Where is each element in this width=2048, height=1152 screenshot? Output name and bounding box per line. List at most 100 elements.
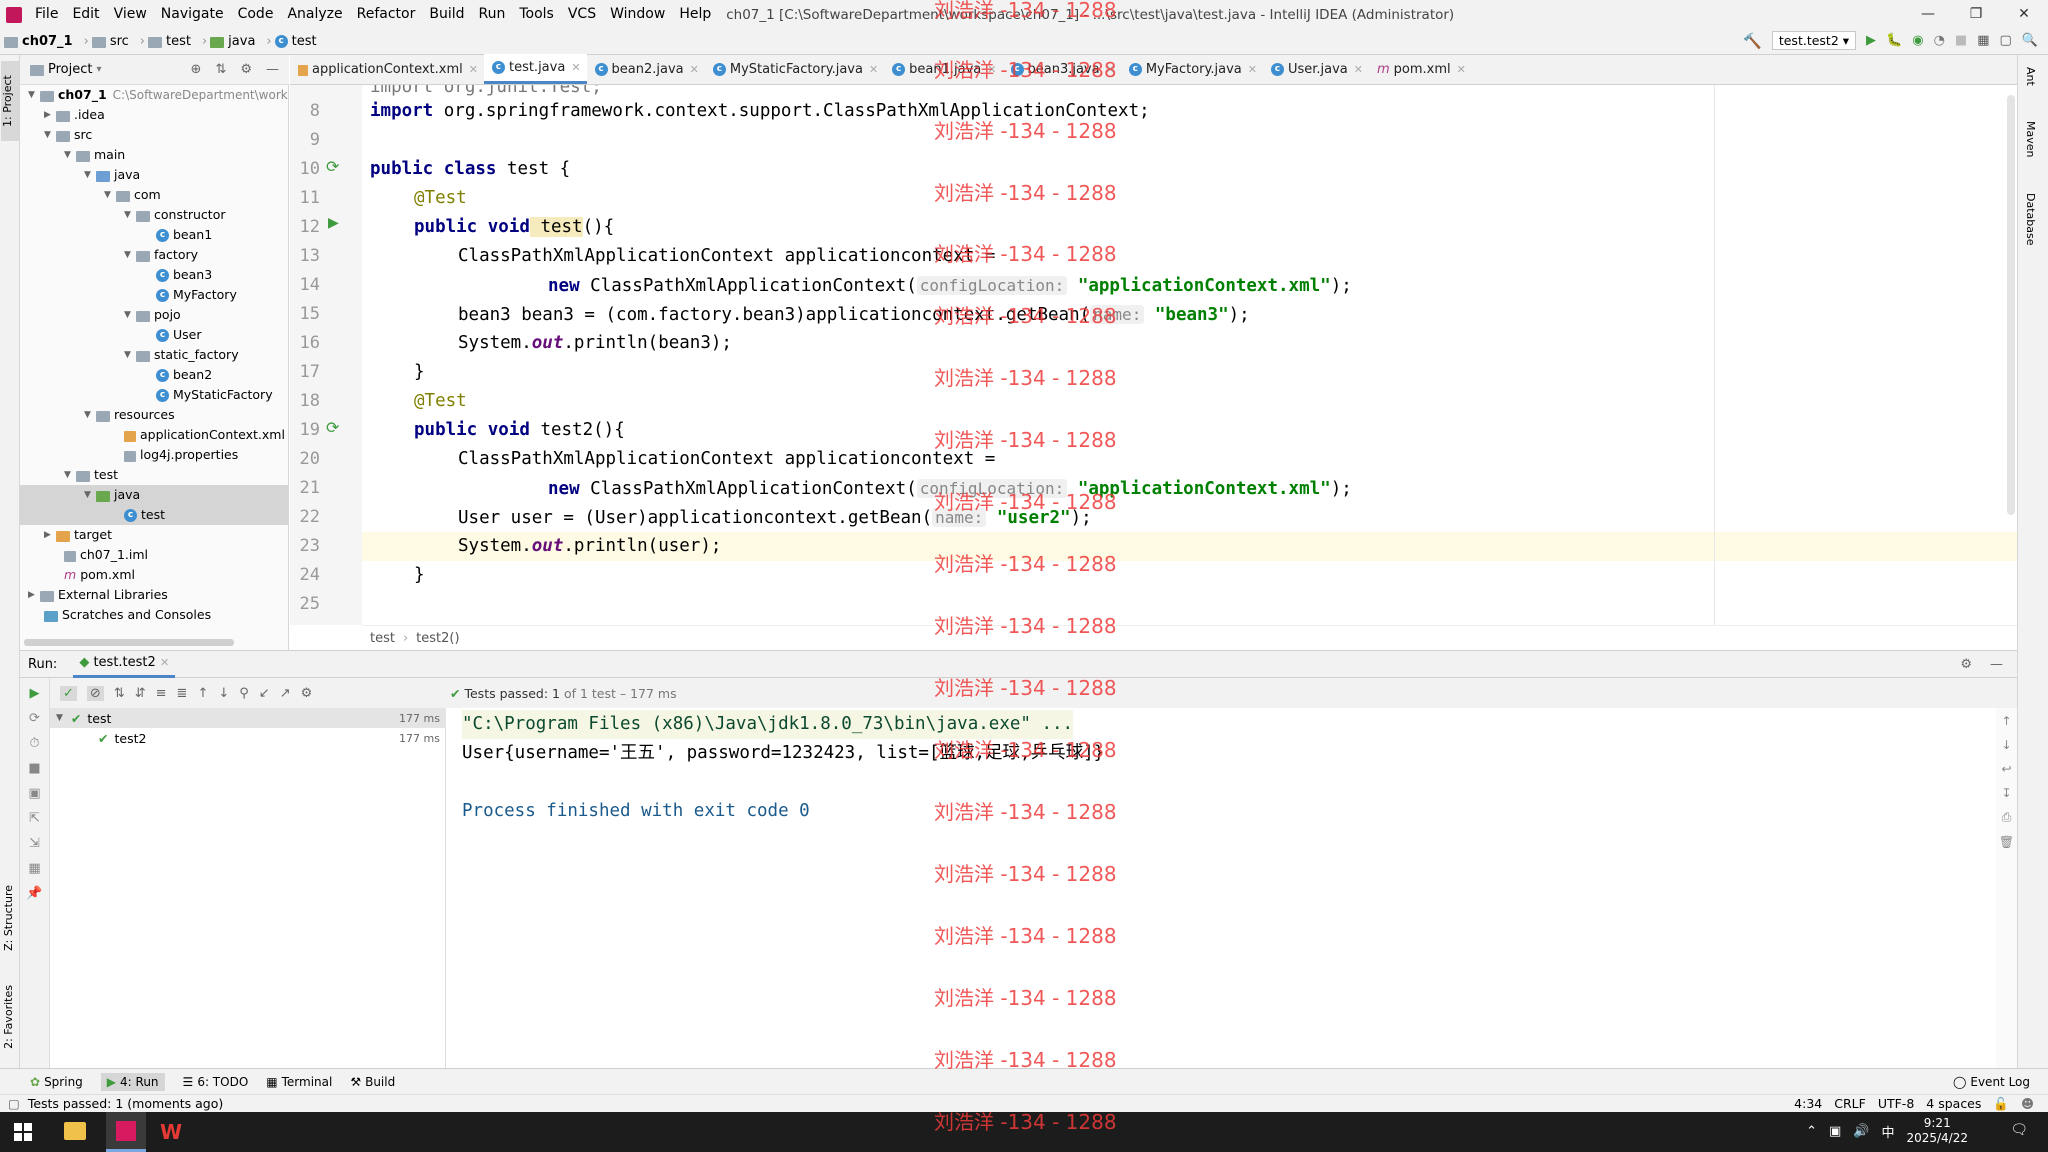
nav-crumb-project[interactable]: ch07_1 [0, 34, 77, 49]
nav-crumb-class[interactable]: › c test [259, 34, 320, 49]
rerun-failed-icon[interactable]: ⟳ [29, 711, 40, 726]
layout-icon[interactable]: ▢ [2000, 33, 2012, 48]
chevron-up-icon[interactable]: ⌃ [1806, 1124, 1817, 1139]
file-explorer-icon[interactable] [64, 1122, 86, 1140]
run-config-select[interactable]: test.test2 ▾ [1771, 31, 1857, 50]
test-row-class[interactable]: ▼ ✔ test 177 ms [50, 708, 446, 728]
tab-myfactory-java[interactable]: c MyFactory.java ✕ [1121, 54, 1263, 84]
tab-test-java[interactable]: c test.java ✕ [483, 54, 587, 84]
toolwindow-spring[interactable]: ✿ Spring [30, 1075, 83, 1089]
tree-node-pom[interactable]: m pom.xml [64, 565, 135, 585]
project-tool-button[interactable]: 1: Project [1, 61, 19, 141]
console-output[interactable]: "C:\Program Files (x86)\Java\jdk1.8.0_73… [446, 708, 1996, 1068]
toolwindow-todo[interactable]: ☰ 6: TODO [183, 1075, 249, 1089]
export-icon[interactable]: ⇱ [29, 811, 40, 826]
menu-build[interactable]: Build [422, 0, 471, 29]
stop-icon[interactable]: ■ [1955, 33, 1967, 48]
menu-edit[interactable]: Edit [65, 0, 106, 29]
tree-node-java[interactable]: ▼ java [84, 165, 140, 185]
tree-node-idea[interactable]: ▶ .idea [44, 105, 105, 125]
tree-node-scratches[interactable]: Scratches and Consoles [44, 605, 211, 625]
tree-node-external-libraries[interactable]: ▶ External Libraries [28, 585, 168, 605]
tab-pom-xml[interactable]: m pom.xml ✕ [1369, 54, 1472, 84]
intellij-taskbar-icon[interactable] [106, 1112, 146, 1152]
import-icon[interactable]: ⇲ [29, 836, 40, 851]
tree-node-bean1[interactable]: c bean1 [156, 225, 212, 245]
layout-icon[interactable]: ▦ [28, 861, 40, 876]
search-icon[interactable]: 🔍 [2022, 33, 2038, 48]
tree-node-factory[interactable]: ▼ factory [124, 245, 198, 265]
project-structure-icon[interactable]: ▦ [1977, 33, 1989, 48]
tree-node-log4j-properties[interactable]: log4j.properties [124, 445, 238, 465]
profile-icon[interactable]: ◔ [1934, 33, 1945, 48]
network-icon[interactable]: ▣ [1829, 1124, 1841, 1139]
menu-navigate[interactable]: Navigate [154, 0, 231, 29]
close-icon[interactable]: ✕ [1457, 63, 1466, 76]
close-button[interactable]: ✕ [2000, 0, 2048, 29]
close-icon[interactable]: ✕ [1354, 63, 1363, 76]
rerun-icon[interactable]: ▶ [30, 686, 40, 701]
tab-mystaticfactory-java[interactable]: c MyStaticFactory.java ✕ [705, 54, 884, 84]
run-test-gutter-icon[interactable]: ⟳ [326, 418, 339, 437]
toolwindow-terminal[interactable]: ▦ Terminal [266, 1075, 332, 1089]
volume-icon[interactable]: 🔊 [1853, 1124, 1869, 1139]
locate-icon[interactable]: ⊕ [191, 62, 202, 77]
scroll-up-icon[interactable]: ↑ [2001, 714, 2011, 728]
pin-icon[interactable]: 📌 [26, 886, 42, 901]
camera-icon[interactable]: ▣ [28, 786, 40, 801]
project-view-select[interactable]: Project [48, 62, 92, 77]
trash-icon[interactable]: 🗑 [1999, 835, 2014, 849]
tree-node-target[interactable]: ▶ target [44, 525, 112, 545]
next-failed-icon[interactable]: ↓ [218, 686, 229, 701]
menu-analyze[interactable]: Analyze [280, 0, 349, 29]
notification-icon[interactable]: 🗨 [2010, 1122, 2028, 1138]
close-icon[interactable]: ✕ [1106, 63, 1115, 76]
status-toggle-icon[interactable]: ▢ [8, 1096, 20, 1111]
database-tool-button[interactable]: Database [2024, 193, 2037, 246]
build-hammer-icon[interactable]: 🔨 [1743, 32, 1762, 50]
run-test-gutter-icon[interactable]: ▶ [328, 215, 339, 231]
tab-bean2-java[interactable]: c bean2.java ✕ [587, 54, 705, 84]
nav-crumb-src[interactable]: › src [77, 34, 133, 49]
maven-tool-button[interactable]: Maven [2024, 121, 2037, 157]
restore-button[interactable]: ❐ [1952, 0, 2000, 29]
toolwindow-build[interactable]: ⚒ Build [350, 1075, 395, 1089]
gear-icon[interactable]: ⚙ [1960, 657, 1972, 672]
menu-window[interactable]: Window [603, 0, 672, 29]
breadcrumb-method[interactable]: test2() [416, 631, 459, 646]
nav-crumb-java[interactable]: › java [195, 34, 259, 49]
import-tests-icon[interactable]: ↙ [259, 686, 270, 701]
close-icon[interactable]: ✕ [469, 63, 478, 76]
tab-applicationcontext-xml[interactable]: applicationContext.xml ✕ [290, 54, 484, 84]
soft-wrap-icon[interactable]: ↩ [2001, 762, 2011, 776]
menu-refactor[interactable]: Refactor [350, 0, 423, 29]
tree-node-pojo[interactable]: ▼ pojo [124, 305, 181, 325]
print-icon[interactable]: ⎙ [2002, 810, 2012, 825]
lock-icon[interactable]: 🔓 [1993, 1096, 2009, 1112]
run-tab[interactable]: ◆ test.test2 ✕ [73, 650, 176, 678]
run-icon[interactable]: ▶ [1866, 33, 1876, 48]
menu-tools[interactable]: Tools [512, 0, 561, 29]
expand-all-icon[interactable]: ≡ [156, 686, 167, 701]
close-icon[interactable]: ✕ [160, 656, 169, 669]
hide-icon[interactable]: — [1990, 657, 2003, 672]
tree-node-applicationcontext-xml[interactable]: applicationContext.xml [124, 425, 285, 445]
tree-node-test-dir[interactable]: ▼ test [64, 465, 118, 485]
menu-code[interactable]: Code [231, 0, 281, 29]
tree-node-bean3[interactable]: c bean3 [156, 265, 212, 285]
search-history-icon[interactable]: ⚲ [239, 686, 249, 701]
sort-duration-icon[interactable]: ⇵ [135, 686, 146, 701]
tree-node-mystaticfactory[interactable]: c MyStaticFactory [156, 385, 273, 405]
file-encoding[interactable]: UTF-8 [1878, 1096, 1914, 1112]
tree-node-test-java[interactable]: ▼ java [20, 485, 288, 505]
tab-user-java[interactable]: c User.java ✕ [1263, 54, 1369, 84]
structure-tool-button[interactable]: Z: Structure [2, 885, 15, 951]
tab-bean1-java[interactable]: c bean1.java ✕ [884, 54, 1002, 84]
tree-node-bean2[interactable]: c bean2 [156, 365, 212, 385]
close-icon[interactable]: ✕ [571, 61, 580, 74]
tree-node-main[interactable]: ▼ main [64, 145, 125, 165]
minimize-button[interactable]: — [1904, 0, 1952, 29]
caret-position[interactable]: 4:34 [1794, 1096, 1822, 1112]
line-separator[interactable]: CRLF [1834, 1096, 1866, 1112]
tab-bean3-java[interactable]: c bean3.java ✕ [1003, 54, 1121, 84]
